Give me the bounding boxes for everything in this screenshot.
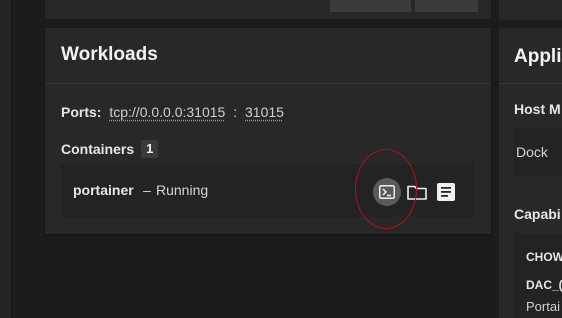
logs-button[interactable] (434, 180, 458, 204)
ports-label: Ports: (61, 104, 102, 120)
application-info-card: Appli Host M Dock Capabi CHOW DAC_( Port… (499, 28, 562, 318)
terminal-icon (379, 185, 395, 199)
containers-header: Containers 1 (61, 140, 159, 158)
card-divider (45, 83, 491, 84)
application-title: Appli (514, 46, 562, 67)
card-divider (499, 83, 562, 84)
workloads-title: Workloads (61, 44, 158, 65)
volumes-button[interactable] (405, 180, 429, 204)
container-status: Running (156, 182, 209, 198)
container-name: portainer (73, 182, 134, 198)
shell-button[interactable] (373, 178, 401, 206)
host-label: Host M (514, 101, 561, 117)
folder-icon (407, 185, 427, 200)
ports-row: Ports: tcp://0.0.0.0:31015 : 31015 (61, 104, 284, 120)
capability-item: DAC_( (526, 278, 562, 292)
host-value: Dock (516, 144, 548, 160)
top-action-button-1[interactable] (330, 0, 411, 12)
top-card-partial (45, 0, 491, 20)
container-list-item: portainer – Running (61, 164, 474, 217)
port-link-host[interactable]: tcp://0.0.0.0:31015 (109, 104, 225, 120)
workloads-card: Workloads Ports: tcp://0.0.0.0:31015 : 3… (45, 28, 491, 234)
capabilities-label: Capabi (514, 206, 561, 222)
containers-count-badge: 1 (141, 140, 159, 158)
capability-item: CHOW (526, 250, 562, 264)
left-scroll-strip (0, 0, 12, 318)
capability-description: Portai (526, 299, 560, 314)
container-separator: – (143, 182, 151, 198)
logs-icon (437, 183, 455, 201)
port-link-container[interactable]: 31015 (245, 104, 284, 120)
port-separator: : (233, 104, 238, 120)
top-right-card-partial (499, 0, 562, 20)
top-action-button-2[interactable] (415, 0, 478, 12)
containers-label: Containers (61, 141, 135, 157)
